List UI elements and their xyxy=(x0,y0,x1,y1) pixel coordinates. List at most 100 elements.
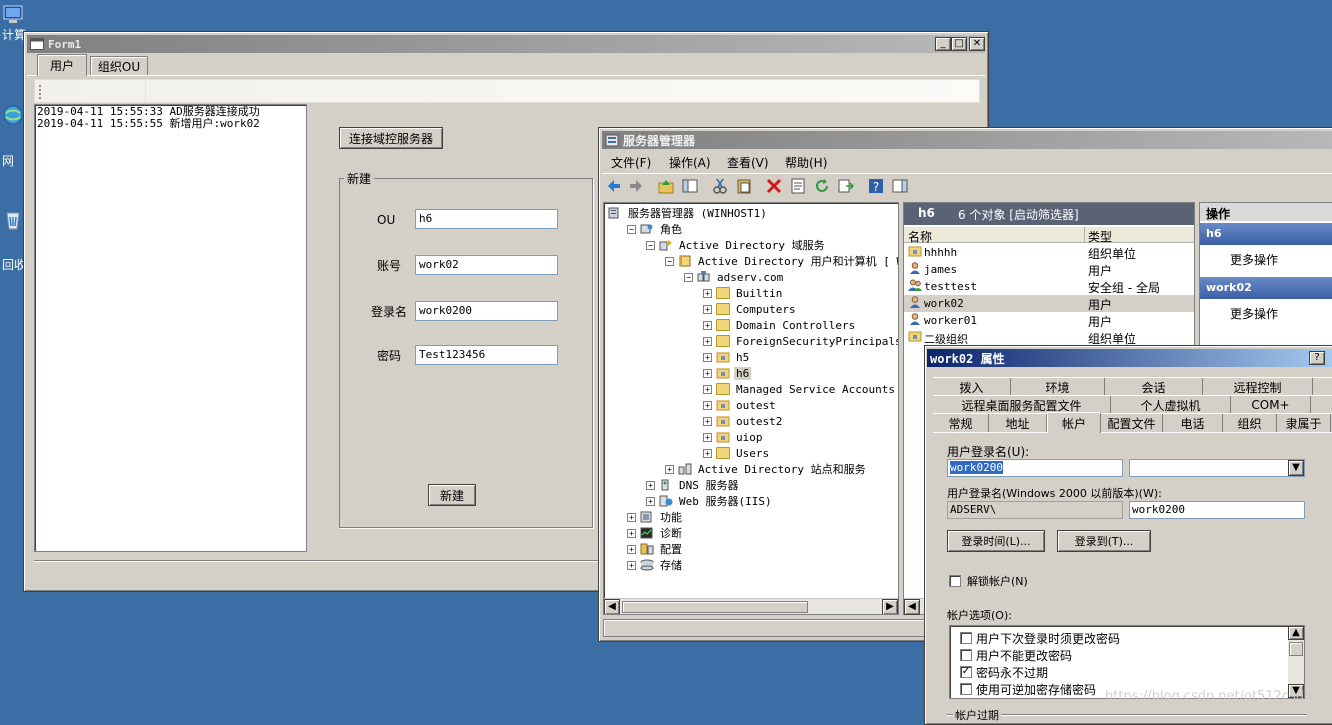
up-folder-icon[interactable] xyxy=(657,177,675,195)
console-tree[interactable]: 服务器管理器 (WINHOST1) − 角色 − Active Directory 域服… xyxy=(603,202,899,615)
expand-icon[interactable]: + xyxy=(627,560,636,570)
expand-icon[interactable]: + xyxy=(703,368,712,378)
tree-node[interactable]: + Web 服务器(IIS) xyxy=(646,493,774,509)
expand-icon[interactable]: + xyxy=(627,544,636,554)
password-input[interactable]: Test123456 xyxy=(415,345,558,365)
table-row[interactable]: james 用户 xyxy=(904,261,1194,278)
scroll-left-button[interactable]: ◀ xyxy=(904,599,920,615)
properties-icon[interactable] xyxy=(789,177,807,195)
account-option-checkbox[interactable] xyxy=(960,683,972,695)
logon-to-button[interactable]: 登录到(T)... xyxy=(1057,530,1151,552)
tab-7[interactable]: 隶属于 xyxy=(1277,414,1331,432)
connect-server-button[interactable]: 连接域控服务器 xyxy=(339,127,443,149)
tree-node[interactable]: + Active Directory 站点和服务 xyxy=(665,461,868,477)
form1-titlebar[interactable]: Form1 _ □ ✕ xyxy=(27,35,985,53)
menu-help[interactable]: 帮助(H) xyxy=(785,154,827,171)
menu-file[interactable]: 文件(F) xyxy=(611,154,651,171)
expand-icon[interactable]: + xyxy=(703,320,712,330)
tab-3[interactable]: 帐户 xyxy=(1047,412,1101,433)
collapse-icon[interactable]: − xyxy=(646,240,655,250)
collapse-icon[interactable]: − xyxy=(684,272,693,282)
logon-hours-button[interactable]: 登录时间(L)... xyxy=(947,530,1045,552)
actions-section-work02[interactable]: work02 xyxy=(1200,277,1332,299)
table-row[interactable]: 二级组织 组织单位 xyxy=(904,329,1194,346)
tree-node[interactable]: + outest xyxy=(703,397,778,413)
tree-node[interactable]: + ForeignSecurityPrincipals xyxy=(703,333,898,349)
tab-3[interactable]: COM+ xyxy=(1231,396,1311,414)
options-vscrollbar[interactable]: ▲ ▼ xyxy=(1288,626,1304,698)
account-option-checkbox[interactable]: ✓ xyxy=(960,666,972,678)
log-listbox[interactable]: 2019-04-11 15:55:33 AD服务器连接成功 2019-04-11… xyxy=(34,104,307,552)
close-button[interactable]: ✕ xyxy=(969,37,985,51)
menu-action[interactable]: 操作(A) xyxy=(669,154,711,171)
tree-node[interactable]: + uiop xyxy=(703,429,765,445)
expand-icon[interactable]: + xyxy=(703,384,712,394)
help-button[interactable]: ? xyxy=(1309,351,1325,365)
tab-2[interactable]: 环境 xyxy=(1011,378,1105,396)
account-option-checkbox[interactable] xyxy=(960,649,972,661)
tree-node[interactable]: + h5 xyxy=(703,349,751,365)
refresh-icon[interactable] xyxy=(813,177,831,195)
show-action-pane-icon[interactable] xyxy=(891,177,909,195)
tree-node[interactable]: + h6 xyxy=(703,365,752,381)
tree-node[interactable]: − Active Directory 用户和计算机 [ WIN xyxy=(665,253,898,269)
tree-node[interactable]: + 配置 xyxy=(627,541,684,557)
column-header-name[interactable]: 名称 xyxy=(908,228,932,245)
create-user-button[interactable]: 新建 xyxy=(428,484,476,506)
upn-suffix-dropdown[interactable]: ▼ xyxy=(1129,459,1305,477)
tree-node[interactable]: + 功能 xyxy=(627,509,684,525)
tree-node[interactable]: + Domain Controllers xyxy=(703,317,857,333)
tree-node[interactable]: + Builtin xyxy=(703,285,784,301)
expand-icon[interactable]: + xyxy=(703,304,712,314)
tree-node[interactable]: − Active Directory 域服务 xyxy=(646,237,827,253)
expand-icon[interactable]: + xyxy=(627,528,636,538)
expand-icon[interactable]: + xyxy=(627,512,636,522)
tree-node[interactable]: + Computers xyxy=(703,301,798,317)
properties-titlebar[interactable]: work02 属性 ? xyxy=(927,349,1332,367)
cut-icon[interactable] xyxy=(711,177,729,195)
tree-node[interactable]: − 角色 xyxy=(627,221,684,237)
tab-2[interactable]: 个人虚拟机 xyxy=(1111,396,1231,414)
expand-icon[interactable]: + xyxy=(646,496,655,506)
unlock-account-checkbox[interactable] xyxy=(949,575,961,587)
expand-icon[interactable]: + xyxy=(703,416,712,426)
account-option-checkbox[interactable] xyxy=(960,632,972,644)
tree-node[interactable]: + 诊断 xyxy=(627,525,684,541)
logon-name-input[interactable]: work0200 xyxy=(947,459,1123,477)
minimize-button[interactable]: _ xyxy=(935,37,951,51)
expand-icon[interactable]: + xyxy=(703,432,712,442)
tab-3[interactable]: 会话 xyxy=(1105,378,1203,396)
ou-input[interactable]: h6 xyxy=(415,209,558,229)
paste-icon[interactable] xyxy=(735,177,753,195)
tab-4[interactable]: 远程控制 xyxy=(1203,378,1313,396)
login-name-input[interactable]: work0200 xyxy=(415,301,558,321)
table-row[interactable]: hhhhh 组织单位 xyxy=(904,244,1194,261)
tree-node[interactable]: + Users xyxy=(703,445,771,461)
delete-icon[interactable] xyxy=(765,177,783,195)
table-row[interactable]: work02 用户 xyxy=(904,295,1194,312)
column-header-type[interactable]: 类型 xyxy=(1088,228,1112,245)
expand-icon[interactable]: + xyxy=(703,336,712,346)
column-divider[interactable] xyxy=(1084,227,1085,243)
back-icon[interactable] xyxy=(605,177,623,195)
tab-1[interactable]: 拨入 xyxy=(933,378,1011,396)
actions-section-h6[interactable]: h6 xyxy=(1200,223,1332,245)
collapse-icon[interactable]: − xyxy=(627,224,636,234)
tab-5[interactable]: 电话 xyxy=(1163,414,1223,432)
account-options-list[interactable]: 用户下次登录时须更改密码 用户不能更改密码 ✓ 密码永不过期 使用可逆加密存储密码 ▲ … xyxy=(949,625,1305,699)
expand-icon[interactable]: + xyxy=(703,400,712,410)
expand-icon[interactable]: + xyxy=(703,448,712,458)
tab-4[interactable]: 配置文件 xyxy=(1101,414,1163,432)
help-icon[interactable]: ? xyxy=(867,177,885,195)
maximize-button[interactable]: □ xyxy=(951,37,967,51)
account-input[interactable]: work02 xyxy=(415,255,558,275)
dropdown-button[interactable]: ▼ xyxy=(1288,460,1304,476)
server-manager-titlebar[interactable]: 服务器管理器 xyxy=(602,131,1332,149)
show-tree-icon[interactable] xyxy=(681,177,699,195)
expand-icon[interactable]: + xyxy=(646,480,655,490)
tab-users[interactable]: 用户 xyxy=(37,54,87,76)
menu-view[interactable]: 查看(V) xyxy=(727,154,769,171)
tree-node[interactable]: + 存储 xyxy=(627,557,684,573)
forward-icon[interactable] xyxy=(627,177,645,195)
scroll-thumb[interactable] xyxy=(1289,642,1303,656)
